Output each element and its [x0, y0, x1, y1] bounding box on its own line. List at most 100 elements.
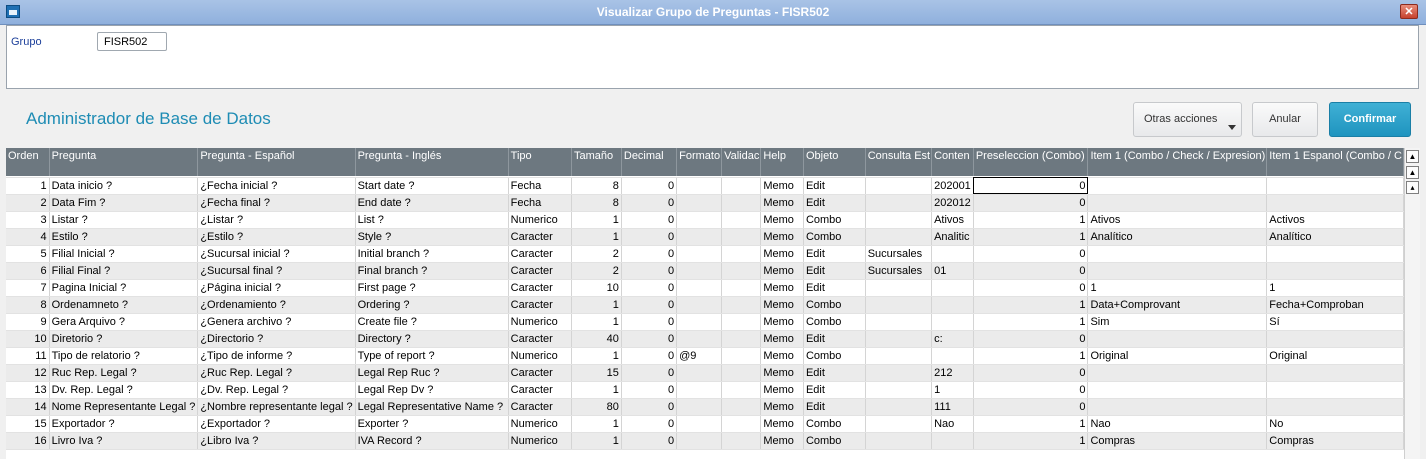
column-header[interactable]: Item 1 Espanol (Combo / C — [1266, 148, 1404, 176]
table-row[interactable]: 9 Gera Arquivo ? ¿Genera archivo ? Create f… — [6, 313, 1404, 331]
table-cell[interactable]: Caracter — [508, 228, 573, 246]
table-cell[interactable]: 0 — [621, 245, 678, 263]
table-cell[interactable]: Ordenamneto ? — [49, 296, 199, 314]
table-cell[interactable]: Original — [1087, 347, 1268, 365]
column-header[interactable]: Tamaño — [571, 148, 622, 176]
table-cell[interactable] — [865, 330, 933, 348]
table-row[interactable]: 6 Filial Final ? ¿Sucursal final ? Final br… — [6, 262, 1404, 280]
table-cell[interactable]: No — [1266, 415, 1404, 433]
table-cell[interactable]: 1 — [571, 415, 622, 433]
close-icon[interactable]: ✕ — [1400, 4, 1418, 19]
table-cell[interactable]: Caracter — [508, 398, 573, 416]
table-row[interactable]: 10 Diretorio ? ¿Directorio ? Directory ? Car… — [6, 330, 1404, 348]
table-cell[interactable]: ¿Sucursal inicial ? — [197, 245, 356, 263]
table-cell[interactable]: 0 — [621, 262, 678, 280]
table-cell[interactable]: Numerico — [508, 313, 573, 331]
table-cell[interactable]: Data+Comprovant — [1087, 296, 1268, 314]
table-cell[interactable]: Analitic — [931, 228, 974, 246]
table-cell[interactable] — [931, 245, 974, 263]
table-row[interactable]: 5 Filial Inicial ? ¿Sucursal inicial ? Init… — [6, 245, 1404, 263]
table-cell[interactable]: Filial Final ? — [49, 262, 199, 280]
table-cell[interactable] — [721, 211, 762, 229]
table-cell[interactable]: Type of report ? — [355, 347, 509, 365]
table-cell[interactable]: Memo — [760, 296, 804, 314]
scroll-top-icon[interactable]: ▲ — [1406, 150, 1419, 163]
table-cell[interactable]: ¿Directorio ? — [197, 330, 356, 348]
table-cell[interactable]: Combo — [803, 296, 866, 314]
table-cell[interactable]: Memo — [760, 364, 804, 382]
table-cell[interactable]: 1 — [571, 381, 622, 399]
table-cell[interactable]: 1 — [973, 313, 1089, 331]
table-cell[interactable]: Analítico — [1087, 228, 1268, 246]
table-cell[interactable]: Numerico — [508, 432, 573, 450]
table-cell[interactable]: 16 — [6, 432, 50, 450]
table-cell[interactable]: Data inicio ? — [49, 177, 199, 195]
table-cell[interactable]: 1 — [973, 432, 1089, 450]
table-cell[interactable]: Style ? — [355, 228, 509, 246]
table-cell[interactable]: Sim — [1087, 313, 1268, 331]
table-cell[interactable] — [676, 279, 723, 297]
table-cell[interactable]: Sucursales — [865, 245, 933, 263]
table-cell[interactable]: Memo — [760, 330, 804, 348]
table-cell[interactable]: 2 — [571, 262, 622, 280]
table-cell[interactable] — [865, 279, 933, 297]
table-row[interactable]: 16 Livro Iva ? ¿Libro Iva ? IVA Record ? Num… — [6, 432, 1404, 450]
table-cell[interactable]: Memo — [760, 347, 804, 365]
table-cell[interactable]: Memo — [760, 381, 804, 399]
table-cell[interactable]: 15 — [571, 364, 622, 382]
table-cell[interactable]: 0 — [621, 177, 678, 195]
table-cell[interactable]: Analítico — [1266, 228, 1404, 246]
table-cell[interactable]: Legal Representative Name ? — [355, 398, 509, 416]
table-cell[interactable]: 40 — [571, 330, 622, 348]
table-cell[interactable] — [865, 398, 933, 416]
table-cell[interactable]: 1 — [973, 228, 1089, 246]
table-cell[interactable] — [931, 347, 974, 365]
table-cell[interactable]: 0 — [621, 364, 678, 382]
table-cell[interactable] — [676, 364, 723, 382]
table-cell[interactable]: 0 — [973, 245, 1089, 263]
table-cell[interactable] — [676, 262, 723, 280]
table-cell[interactable]: Dv. Rep. Legal ? — [49, 381, 199, 399]
table-cell[interactable]: ¿Nombre representante legal ? — [197, 398, 356, 416]
table-cell[interactable] — [721, 296, 762, 314]
table-cell[interactable] — [676, 398, 723, 416]
table-cell[interactable]: 0 — [973, 177, 1089, 195]
column-header[interactable]: Conten — [931, 148, 974, 176]
table-cell[interactable] — [676, 296, 723, 314]
table-cell[interactable]: 202001 — [931, 177, 974, 195]
table-cell[interactable]: 2 — [6, 194, 50, 212]
table-cell[interactable]: Memo — [760, 211, 804, 229]
table-cell[interactable] — [931, 432, 974, 450]
table-cell[interactable] — [865, 194, 933, 212]
table-cell[interactable] — [865, 296, 933, 314]
table-cell[interactable]: 2 — [571, 245, 622, 263]
table-cell[interactable] — [865, 432, 933, 450]
column-header[interactable]: Consulta Est — [865, 148, 933, 176]
table-cell[interactable]: 8 — [6, 296, 50, 314]
other-actions-button[interactable]: Otras acciones — [1133, 102, 1242, 137]
table-cell[interactable]: 0 — [621, 381, 678, 399]
table-cell[interactable]: 202012 — [931, 194, 974, 212]
table-cell[interactable] — [676, 330, 723, 348]
table-cell[interactable]: ¿Ruc Rep. Legal ? — [197, 364, 356, 382]
table-cell[interactable]: Combo — [803, 432, 866, 450]
column-header[interactable]: Objeto — [803, 148, 866, 176]
table-cell[interactable]: Caracter — [508, 364, 573, 382]
table-cell[interactable] — [1087, 194, 1268, 212]
table-cell[interactable] — [721, 228, 762, 246]
table-cell[interactable]: 5 — [6, 245, 50, 263]
table-cell[interactable]: 15 — [6, 415, 50, 433]
table-cell[interactable] — [721, 313, 762, 331]
column-header[interactable]: Item 1 (Combo / Check / Expresion) — [1087, 148, 1268, 176]
table-cell[interactable]: Caracter — [508, 330, 573, 348]
table-cell[interactable] — [865, 347, 933, 365]
table-cell[interactable]: 1 — [571, 313, 622, 331]
column-header[interactable]: Pregunta — [49, 148, 199, 176]
column-header[interactable]: Tipo — [508, 148, 573, 176]
table-cell[interactable]: c: — [931, 330, 974, 348]
table-cell[interactable]: Caracter — [508, 262, 573, 280]
table-cell[interactable]: Fecha+Comproban — [1266, 296, 1404, 314]
column-header[interactable]: Help — [760, 148, 804, 176]
table-cell[interactable]: 1 — [1266, 279, 1404, 297]
table-cell[interactable]: Nome Representante Legal ? — [49, 398, 199, 416]
